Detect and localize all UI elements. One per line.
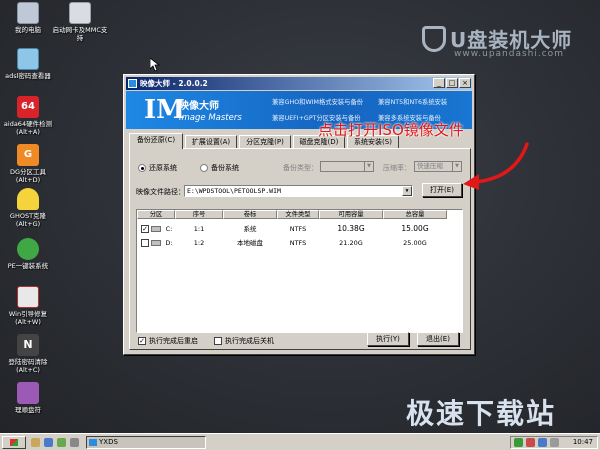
start-button[interactable] <box>2 436 26 449</box>
annotation-text: 点击打开ISO镜像文件 <box>318 121 464 139</box>
diskgenius-icon: G <box>17 144 39 166</box>
desktop-icon-ghost[interactable]: GHOST克隆(Alt+G) <box>0 188 58 228</box>
windows-logo-icon <box>10 439 18 446</box>
aida64-icon: 64 <box>17 96 39 118</box>
quicklaunch-icon[interactable] <box>57 438 66 447</box>
banner-feature: 兼容NT5和NT6系统安装 <box>378 99 448 106</box>
tray-icon[interactable] <box>550 438 559 447</box>
image-path-combobox[interactable]: E:\WPDSTOOL\PETOOLSP.WIM ▼ <box>184 185 413 197</box>
quicklaunch-icon[interactable] <box>44 438 53 447</box>
desktop-icon-password-clear[interactable]: N 登陆密码清除(Alt+C) <box>0 334 58 374</box>
desktop-icon-aida64[interactable]: 64 aida64硬件检测(Alt+A) <box>0 96 58 136</box>
app-icon <box>89 439 97 446</box>
annotation-arrow-icon <box>463 142 529 190</box>
radio-dot <box>200 164 208 172</box>
reboot-after-checkbox[interactable]: ✓ 执行完成后重启 <box>138 336 198 346</box>
column-header[interactable]: 序号 <box>175 210 223 219</box>
ghost-icon <box>17 188 39 210</box>
partition-checkbox[interactable] <box>141 239 149 247</box>
checkbox-box: ✓ <box>138 337 146 345</box>
banner-feature: 兼容GHO和WIM格式安装与备份 <box>272 99 364 106</box>
quicklaunch-icon[interactable] <box>70 438 79 447</box>
mouse-cursor-icon <box>150 58 160 72</box>
watermark-url: www.upandashi.com <box>454 49 564 59</box>
jisu-watermark: 极速下载站 <box>406 397 557 430</box>
quicklaunch-icon[interactable] <box>31 438 40 447</box>
shutdown-after-checkbox[interactable]: 执行完成后关机 <box>214 336 274 346</box>
desktop-icon-diskgenius[interactable]: G DG分区工具(Alt+D) <box>0 144 58 184</box>
tab-partition-clone[interactable]: 分区克隆(P) <box>239 135 291 149</box>
desktop-icon-win-boot-repair[interactable]: Win引导修复(Alt+W) <box>0 286 58 326</box>
tray-icon[interactable] <box>526 438 535 447</box>
clock[interactable]: 10:47 <box>573 437 593 448</box>
boot-repair-icon <box>17 286 39 308</box>
pe-install-icon <box>17 238 39 260</box>
execute-button[interactable]: 执行(Y) <box>367 332 409 346</box>
backup-system-radio[interactable]: 备份系统 <box>200 163 239 173</box>
adsl-icon <box>17 48 39 70</box>
compress-label: 压缩率： <box>383 164 411 172</box>
image-path-label: 映像文件路径： <box>136 188 185 196</box>
desktop: U盘装机大师 www.upandashi.com 我的电脑 启动网卡及MMC支持… <box>0 0 600 433</box>
tray-icon[interactable] <box>538 438 547 447</box>
desktop-icon-pe-install[interactable]: PE一键装系统 <box>0 238 58 270</box>
minimize-button[interactable]: _ <box>433 78 445 88</box>
desktop-icon-network-mmc[interactable]: 启动网卡及MMC支持 <box>50 2 110 42</box>
checkbox-box <box>214 337 222 345</box>
radio-dot <box>138 164 146 172</box>
upandashi-watermark: U盘装机大师 www.upandashi.com <box>420 22 590 62</box>
desktop-icon-drive-letters[interactable]: 理顺盘符 <box>0 382 58 414</box>
table-header: 分区 序号 卷标 文件类型 可用容量 总容量 <box>137 210 462 219</box>
close-button[interactable]: × <box>459 78 471 88</box>
image-master-window: 映像大师 - 2.0.0.2 _ □ × IM 映像大师 Image Maste… <box>123 74 475 355</box>
shield-logo-icon <box>422 26 446 52</box>
taskbar: YXDS 10:47 <box>0 433 600 450</box>
column-header[interactable]: 可用容量 <box>319 210 383 219</box>
chevron-down-icon: ▼ <box>364 162 373 171</box>
partition-table: 分区 序号 卷标 文件类型 可用容量 总容量 ✓ C: 1:1 系统 NTFS … <box>136 209 463 333</box>
drive-icon <box>151 226 161 232</box>
system-tray: 10:47 <box>510 436 598 449</box>
column-header[interactable]: 卷标 <box>223 210 277 219</box>
taskbar-item-yxds[interactable]: YXDS <box>86 436 206 449</box>
password-clear-icon: N <box>17 334 39 356</box>
partition-checkbox[interactable]: ✓ <box>141 225 149 233</box>
computer-icon <box>17 2 39 24</box>
exit-button[interactable]: 退出(E) <box>417 332 459 346</box>
column-header[interactable]: 文件类型 <box>277 210 319 219</box>
column-header[interactable]: 分区 <box>137 210 175 219</box>
drive-letters-icon <box>17 382 39 404</box>
tab-backup-restore[interactable]: 备份还原(C) <box>129 133 183 149</box>
window-title: 映像大师 - 2.0.0.2 <box>140 79 208 88</box>
backup-type-select: ▼ <box>320 161 374 172</box>
column-header[interactable]: 总容量 <box>383 210 447 219</box>
app-icon <box>128 79 137 88</box>
restore-system-radio[interactable]: 还原系统 <box>138 163 177 173</box>
banner-title: 映像大师 <box>179 101 219 112</box>
table-row[interactable]: D: 1:2 本地磁盘 NTFS 21.20G 25.00G <box>137 236 462 250</box>
table-row[interactable]: ✓ C: 1:1 系统 NTFS 10.38G 15.00G <box>137 222 462 236</box>
network-icon <box>69 2 91 24</box>
window-titlebar[interactable]: 映像大师 - 2.0.0.2 _ □ × <box>126 77 472 90</box>
drive-icon <box>151 240 161 246</box>
tab-extended-settings[interactable]: 扩展设置(A) <box>185 135 237 149</box>
tray-icon[interactable] <box>514 438 523 447</box>
desktop-icon-adsl[interactable]: adsl密码查看器 <box>0 48 58 80</box>
chevron-down-icon[interactable]: ▼ <box>402 186 412 196</box>
maximize-button[interactable]: □ <box>446 78 458 88</box>
banner-subtitle: Image Masters <box>179 113 242 123</box>
backup-type-label: 备份类型： <box>283 164 318 172</box>
